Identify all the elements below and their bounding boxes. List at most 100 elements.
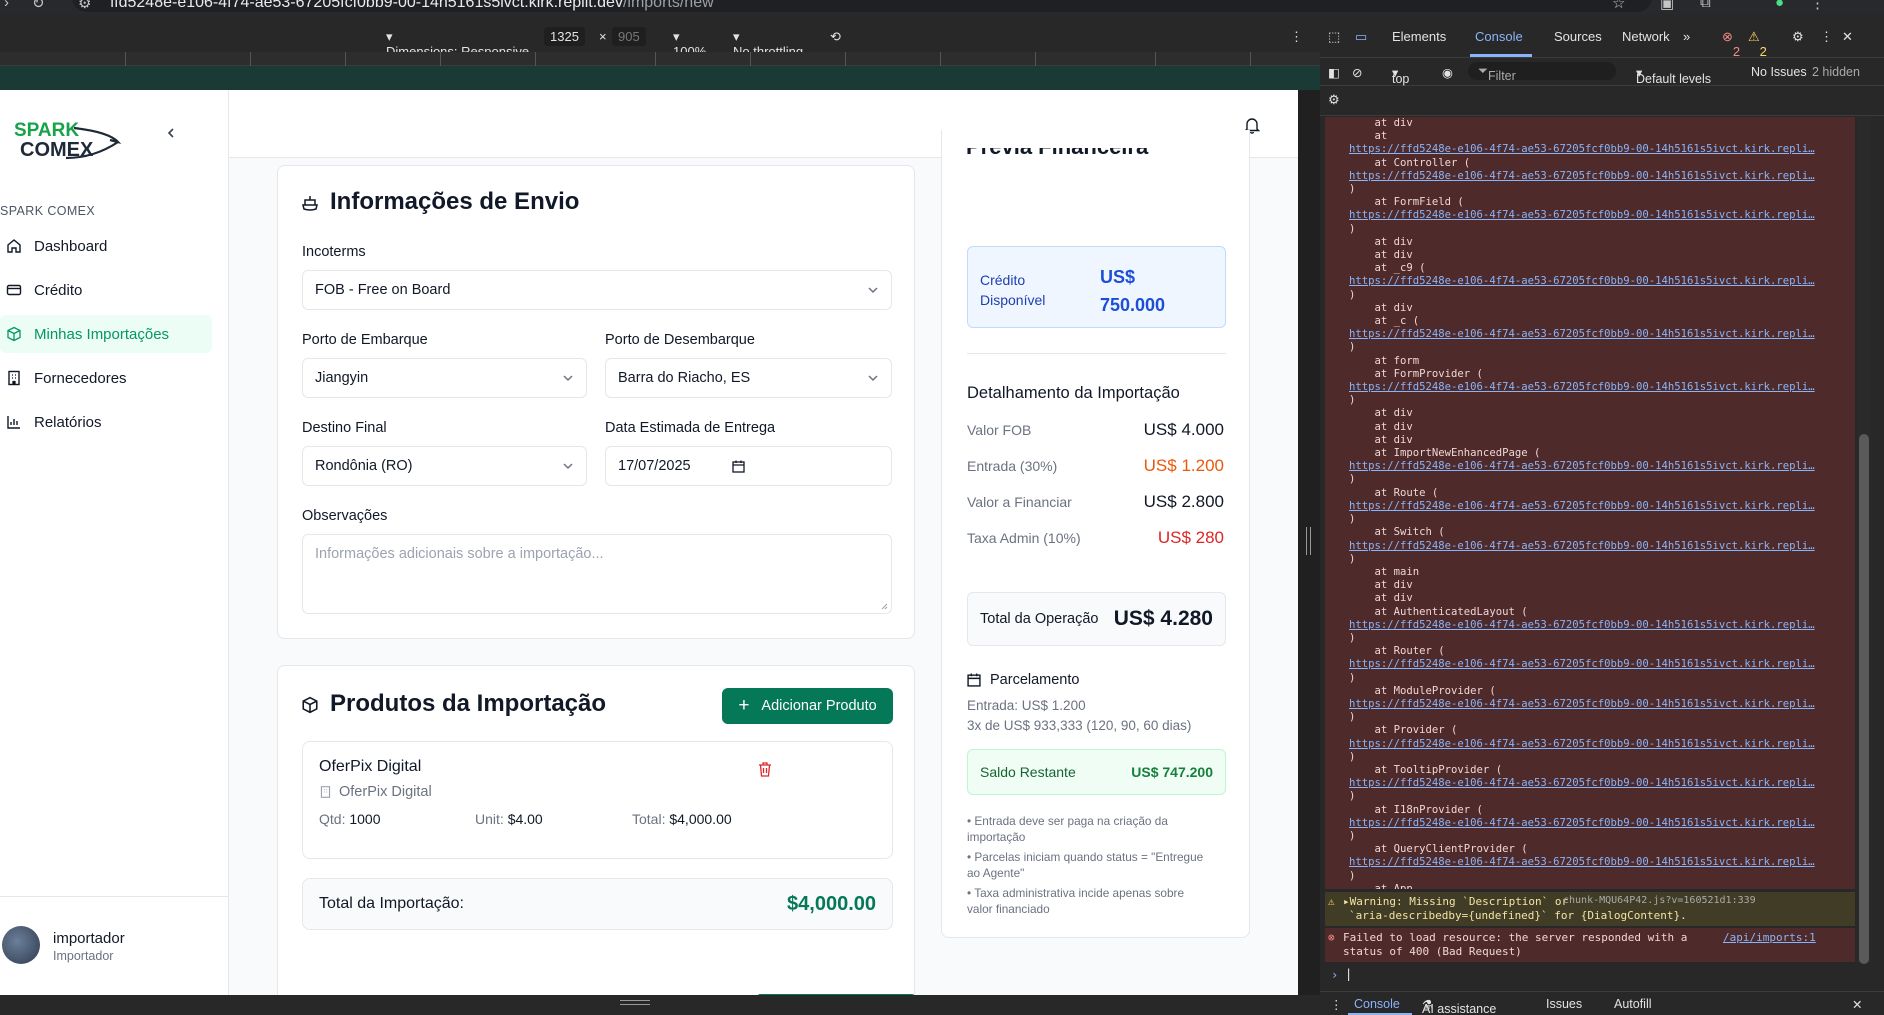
stack-source-link[interactable]: https://ffd5248e-e106-4f74-ae53-67205fcf…	[1349, 209, 1815, 221]
tab-elements[interactable]: Elements	[1392, 29, 1446, 44]
site-info-icon[interactable]: ⚙	[78, 0, 91, 12]
sidebar-toggle-icon[interactable]: ◧	[1328, 65, 1340, 80]
tab-network[interactable]: Network	[1622, 29, 1670, 44]
stack-source-link[interactable]: https://ffd5248e-e106-4f74-ae53-67205fcf…	[1349, 381, 1815, 393]
entrada-value: US$ 1.200	[1143, 456, 1224, 475]
width-input[interactable]: 1325	[544, 27, 585, 46]
back-icon[interactable]: ›	[4, 0, 9, 11]
issues-label[interactable]: No Issues	[1751, 65, 1807, 79]
stack-source-link[interactable]: https://ffd5248e-e106-4f74-ae53-67205fcf…	[1349, 817, 1815, 829]
tab-sources[interactable]: Sources	[1554, 29, 1602, 44]
warning-source-link[interactable]: chunk-MQU64P42.js?v=160521d1:339	[1563, 895, 1756, 906]
throttling-dropdown[interactable]: No throttling ▾	[733, 29, 803, 59]
sidebar-item-minhas-importacoes[interactable]: Minhas Importações	[0, 315, 212, 353]
stack-link-line: https://ffd5248e-e106-4f74-ae53-67205fcf…	[1349, 275, 1855, 288]
stack-frame-line: at ImportNewEnhancedPage (	[1349, 447, 1541, 460]
bar-chart-icon	[7, 416, 20, 429]
menu-dots-icon[interactable]: ⋮	[1810, 0, 1825, 12]
height-input[interactable]: 905	[612, 27, 646, 46]
drawer-tab-console[interactable]: Console	[1354, 997, 1400, 1011]
device-resize-bar[interactable]	[0, 995, 1320, 1015]
stack-source-link[interactable]: https://ffd5248e-e106-4f74-ae53-67205fcf…	[1349, 460, 1815, 472]
console-prompt-input[interactable]: › |	[1325, 964, 1855, 988]
spark-comex-logo: SPARK COMEX	[14, 120, 122, 161]
context-dropdown[interactable]: top ▾	[1392, 65, 1409, 86]
url-text[interactable]: ffd5248e-e106-4f74-ae53-67205fcf0bb9-00-…	[110, 0, 714, 12]
stack-source-link[interactable]: https://ffd5248e-e106-4f74-ae53-67205fcf…	[1349, 143, 1815, 155]
clear-console-icon[interactable]: ⊘	[1352, 65, 1362, 80]
stack-source-link[interactable]: https://ffd5248e-e106-4f74-ae53-67205fcf…	[1349, 856, 1815, 868]
settings-gear-icon[interactable]: ⚙	[1792, 29, 1804, 45]
stack-source-link[interactable]: https://ffd5248e-e106-4f74-ae53-67205fcf…	[1349, 738, 1815, 750]
bookmark-star-icon[interactable]: ☆	[1612, 0, 1625, 12]
rotate-icon[interactable]: ⟲	[830, 29, 841, 45]
add-product-button[interactable]: + Adicionar Produto	[722, 688, 893, 724]
sidebar-item-relatorios[interactable]: Relatórios	[0, 403, 212, 441]
drawer-menu-icon[interactable]: ⋮	[1330, 997, 1343, 1012]
drawer-tab-issues[interactable]: Issues	[1546, 997, 1582, 1011]
sidebar-item-dashboard[interactable]: Dashboard	[0, 227, 212, 265]
console-error-message[interactable]: ⊗ Failed to load resource: the server re…	[1325, 928, 1855, 962]
tab-console[interactable]: Console	[1475, 29, 1523, 44]
live-expression-eye-icon[interactable]: ◉	[1442, 65, 1453, 80]
porto-desembarque-select[interactable]: Barra do Riacho, ES	[605, 358, 892, 398]
sidebar-item-label: Dashboard	[34, 237, 108, 255]
more-tabs-icon[interactable]: »	[1683, 29, 1690, 44]
window-icon[interactable]: ⧉	[1700, 0, 1711, 11]
log-levels-dropdown[interactable]: Default levels ▾	[1636, 65, 1711, 86]
stack-source-link[interactable]: https://ffd5248e-e106-4f74-ae53-67205fcf…	[1349, 170, 1815, 182]
stack-link-line: https://ffd5248e-e106-4f74-ae53-67205fcf…	[1349, 170, 1855, 183]
stack-source-link[interactable]: https://ffd5248e-e106-4f74-ae53-67205fcf…	[1349, 500, 1815, 512]
device-toggle-icon[interactable]: ▭	[1355, 29, 1367, 45]
trash-icon[interactable]	[758, 762, 772, 777]
observacoes-textarea[interactable]: Informações adicionais sobre a importaçã…	[302, 534, 892, 614]
calendar-icon[interactable]	[732, 460, 745, 473]
zoom-dropdown[interactable]: 100% ▾	[673, 29, 706, 59]
avatar[interactable]	[2, 926, 40, 964]
device-more-icon[interactable]: ⋮	[1290, 29, 1303, 45]
close-devtools-icon[interactable]: ✕	[1842, 29, 1853, 45]
sidebar-item-fornecedores[interactable]: Fornecedores	[0, 359, 212, 397]
stack-link-line: https://ffd5248e-e106-4f74-ae53-67205fcf…	[1349, 328, 1855, 341]
reload-icon[interactable]: ↻	[32, 0, 45, 12]
drawer-tab-ai-assistance[interactable]: AI assistance ⚗	[1422, 997, 1496, 1015]
porto-embarque-select[interactable]: Jiangyin	[302, 358, 587, 398]
stack-source-link[interactable]: https://ffd5248e-e106-4f74-ae53-67205fcf…	[1349, 698, 1815, 710]
stack-frame-line: at Controller (	[1349, 156, 1471, 169]
stack-source-link[interactable]: https://ffd5248e-e106-4f74-ae53-67205fcf…	[1349, 540, 1815, 552]
resize-handle-icon[interactable]	[880, 602, 888, 610]
error-source-link[interactable]: /api/imports:1	[1723, 931, 1816, 944]
console-scroll-thumb[interactable]	[1859, 434, 1869, 964]
sidebar-item-label: Relatórios	[34, 413, 102, 431]
stack-source-link[interactable]: https://ffd5248e-e106-4f74-ae53-67205fcf…	[1349, 619, 1815, 631]
data-entrega-input[interactable]: 17/07/2025	[605, 446, 892, 486]
brand-top-text: SPARK	[14, 120, 79, 141]
console-settings-gear-icon[interactable]: ⚙	[1328, 92, 1340, 108]
credit-card-icon	[6, 284, 22, 296]
devtools-menu-icon[interactable]: ⋮	[1820, 29, 1833, 45]
destino-select[interactable]: Rondônia (RO)	[302, 446, 587, 486]
stack-source-link[interactable]: https://ffd5248e-e106-4f74-ae53-67205fcf…	[1349, 777, 1815, 789]
incoterms-select[interactable]: FOB - Free on Board	[302, 270, 892, 310]
dimensions-dropdown[interactable]: Dimensions: Responsive ▾	[386, 29, 529, 59]
collapse-sidebar-chevron-icon[interactable]	[165, 126, 177, 138]
close-drawer-icon[interactable]: ✕	[1852, 997, 1862, 1012]
stack-source-link[interactable]: https://ffd5248e-e106-4f74-ae53-67205fcf…	[1349, 658, 1815, 670]
error-count-badge[interactable]: ⊗ 2	[1722, 29, 1740, 59]
warning-count-badge[interactable]: ⚠ 2	[1748, 29, 1767, 59]
shipping-title: Informações de Envio	[330, 188, 580, 215]
extension-icon[interactable]: ▣	[1660, 0, 1674, 12]
profile-icon[interactable]: ●	[1775, 0, 1784, 11]
warning-line-2: `aria-describedby={undefined}` for {Dial…	[1349, 909, 1687, 922]
console-warning-message[interactable]: ⚠ ▸Warning: Missing `Description` or chu…	[1325, 892, 1855, 926]
stack-source-link[interactable]: https://ffd5248e-e106-4f74-ae53-67205fcf…	[1349, 328, 1815, 340]
browser-url-bar: › ↻ ⚙ ffd5248e-e106-4f74-ae53-67205fcf0b…	[0, 0, 1884, 14]
stack-source-link[interactable]: https://ffd5248e-e106-4f74-ae53-67205fcf…	[1349, 275, 1815, 287]
devtools-tab-bar: ⬚ ▭ Elements Console Sources Network » ⊗…	[1320, 14, 1884, 59]
devtools-splitter[interactable]	[1298, 90, 1320, 995]
drawer-tab-autofill[interactable]: Autofill	[1614, 997, 1652, 1011]
inspect-element-icon[interactable]: ⬚	[1328, 29, 1340, 45]
chevron-down-icon	[563, 463, 573, 470]
console-filter-input[interactable]: ⏷ Filter	[1468, 62, 1616, 83]
sidebar-item-credito[interactable]: Crédito	[0, 271, 212, 309]
